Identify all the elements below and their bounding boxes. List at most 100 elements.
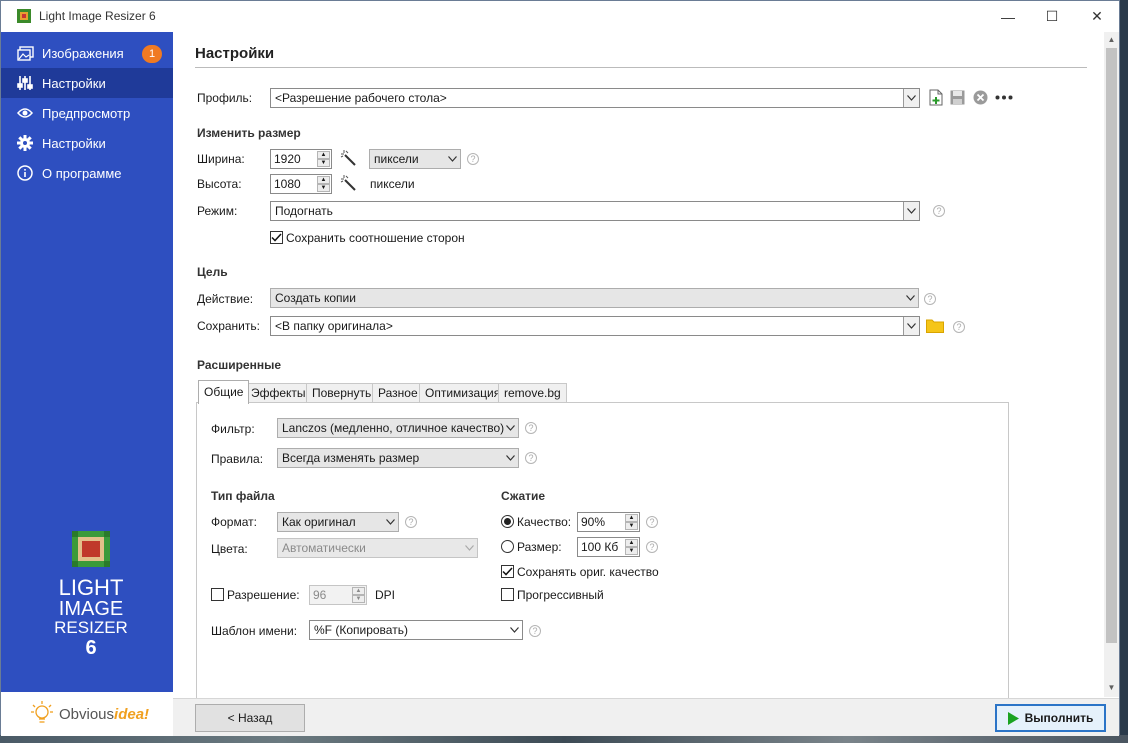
tab-misc[interactable]: Разное (372, 383, 424, 403)
resolution-spinner[interactable]: 96 ▲ ▼ (309, 585, 367, 605)
filetype-section-heading: Тип файла (211, 489, 275, 503)
colors-value: Автоматически (282, 541, 366, 555)
help-icon[interactable]: ? (924, 293, 936, 305)
spin-up-icon[interactable]: ▲ (352, 587, 365, 595)
close-button[interactable]: ✕ (1074, 1, 1120, 32)
chevron-down-icon (903, 89, 919, 107)
height-label: Высота: (197, 177, 242, 191)
keep-ratio-checkbox[interactable] (270, 231, 283, 244)
help-icon[interactable]: ? (405, 516, 417, 528)
profile-select[interactable]: <Разрешение рабочего стола> (270, 88, 920, 108)
size-label[interactable]: Размер: (517, 540, 562, 554)
progressive-label[interactable]: Прогрессивный (517, 588, 604, 602)
colors-select[interactable]: Автоматически (277, 538, 478, 558)
scroll-down-icon[interactable]: ▼ (1104, 680, 1119, 695)
minimize-button[interactable]: — (985, 1, 1031, 32)
tab-remove-bg[interactable]: remove.bg (498, 383, 567, 403)
general-tab-panel: Фильтр: Lanczos (медленно, отличное каче… (196, 402, 1009, 702)
delete-profile-icon[interactable] (973, 90, 988, 105)
chevron-down-icon (502, 449, 518, 467)
width-spinner[interactable]: 1920 ▲ ▼ (270, 149, 332, 169)
sidebar-item-preview[interactable]: Предпросмотр (1, 98, 173, 128)
name-template-select[interactable]: %F (Копировать) (309, 620, 523, 640)
vendor-logo[interactable]: Obviousidea! (1, 692, 173, 736)
keep-quality-label[interactable]: Сохранять ориг. качество (517, 565, 659, 579)
magic-wand-icon[interactable] (340, 150, 356, 166)
height-spinner[interactable]: 1080 ▲ ▼ (270, 174, 332, 194)
quality-value: 90% (581, 515, 606, 529)
sidebar-item-about[interactable]: О программе (1, 158, 173, 188)
size-value: 100 Кб (581, 540, 619, 554)
mode-value: Подогнать (275, 204, 333, 218)
chevron-down-icon (903, 202, 919, 220)
help-icon[interactable]: ? (646, 516, 658, 528)
spin-up-icon[interactable]: ▲ (317, 151, 330, 159)
help-icon[interactable]: ? (529, 625, 541, 637)
product-logo: LIGHT IMAGE RESIZER 6 (41, 527, 141, 667)
rules-select[interactable]: Всегда изменять размер (277, 448, 519, 468)
gear-icon (16, 134, 34, 152)
run-button[interactable]: Выполнить (995, 704, 1106, 732)
help-icon[interactable]: ? (525, 422, 537, 434)
tab-rotate[interactable]: Повернуть (306, 383, 378, 403)
keep-ratio-label[interactable]: Сохранить соотношение сторон (286, 231, 465, 245)
window-title: Light Image Resizer 6 (39, 9, 156, 23)
spin-up-icon[interactable]: ▲ (317, 176, 330, 184)
scroll-up-icon[interactable]: ▲ (1104, 32, 1119, 47)
quality-radio[interactable] (501, 515, 514, 528)
quality-spinner[interactable]: 90% ▲ ▼ (577, 512, 640, 532)
new-profile-icon[interactable] (929, 89, 943, 106)
mode-select[interactable]: Подогнать (270, 201, 920, 221)
spin-up-icon[interactable]: ▲ (625, 514, 638, 522)
help-icon[interactable]: ? (467, 153, 479, 165)
quality-label[interactable]: Качество: (517, 515, 571, 529)
size-spinner[interactable]: 100 Кб ▲ ▼ (577, 537, 640, 557)
resolution-value: 96 (313, 588, 327, 602)
back-button-label: < Назад (227, 711, 273, 725)
help-icon[interactable]: ? (525, 452, 537, 464)
spin-down-icon[interactable]: ▼ (352, 595, 365, 603)
run-button-label: Выполнить (1024, 711, 1094, 725)
sidebar-item-options[interactable]: Настройки (1, 128, 173, 158)
filter-select[interactable]: Lanczos (медленно, отличное качество) (277, 418, 519, 438)
help-icon[interactable]: ? (953, 321, 965, 333)
target-section-heading: Цель (197, 265, 228, 279)
more-options-icon[interactable] (995, 95, 1013, 100)
folder-icon[interactable] (926, 318, 944, 333)
tab-effects[interactable]: Эффекты (245, 383, 312, 403)
maximize-button[interactable]: ☐ (1029, 1, 1075, 32)
mode-label: Режим: (197, 204, 238, 218)
save-profile-icon[interactable] (950, 90, 965, 105)
sidebar-item-images[interactable]: Изображения 1 (1, 38, 173, 68)
logo-line-2: IMAGE (58, 598, 124, 620)
format-select[interactable]: Как оригинал (277, 512, 399, 532)
eye-icon (16, 104, 34, 122)
progressive-checkbox[interactable] (501, 588, 514, 601)
app-window: Light Image Resizer 6 — ☐ ✕ Изображения … (0, 0, 1120, 736)
tab-optimization[interactable]: Оптимизация (419, 383, 507, 403)
size-radio[interactable] (501, 540, 514, 553)
keep-quality-checkbox[interactable] (501, 565, 514, 578)
resolution-checkbox[interactable] (211, 588, 224, 601)
save-location-select[interactable]: <В папку оригинала> (270, 316, 920, 336)
spin-down-icon[interactable]: ▼ (625, 522, 638, 530)
action-select[interactable]: Создать копии (270, 288, 919, 308)
help-icon[interactable]: ? (646, 541, 658, 553)
spin-down-icon[interactable]: ▼ (317, 159, 330, 167)
spin-down-icon[interactable]: ▼ (625, 547, 638, 555)
resolution-label[interactable]: Разрешение: (227, 588, 300, 602)
width-unit-select[interactable]: пиксели (369, 149, 461, 169)
profile-value: <Разрешение рабочего стола> (275, 91, 447, 105)
height-unit-label: пиксели (370, 177, 415, 191)
width-value: 1920 (274, 152, 301, 166)
spin-down-icon[interactable]: ▼ (317, 184, 330, 192)
spin-up-icon[interactable]: ▲ (625, 539, 638, 547)
images-icon (16, 44, 34, 62)
help-icon[interactable]: ? (933, 205, 945, 217)
scrollbar-thumb[interactable] (1106, 48, 1117, 643)
tab-general[interactable]: Общие (198, 380, 250, 404)
back-button[interactable]: < Назад (195, 704, 305, 732)
vertical-scrollbar[interactable]: ▲ ▼ (1104, 32, 1119, 697)
sidebar-item-settings[interactable]: Настройки (1, 68, 173, 98)
magic-wand-icon[interactable] (340, 175, 356, 191)
